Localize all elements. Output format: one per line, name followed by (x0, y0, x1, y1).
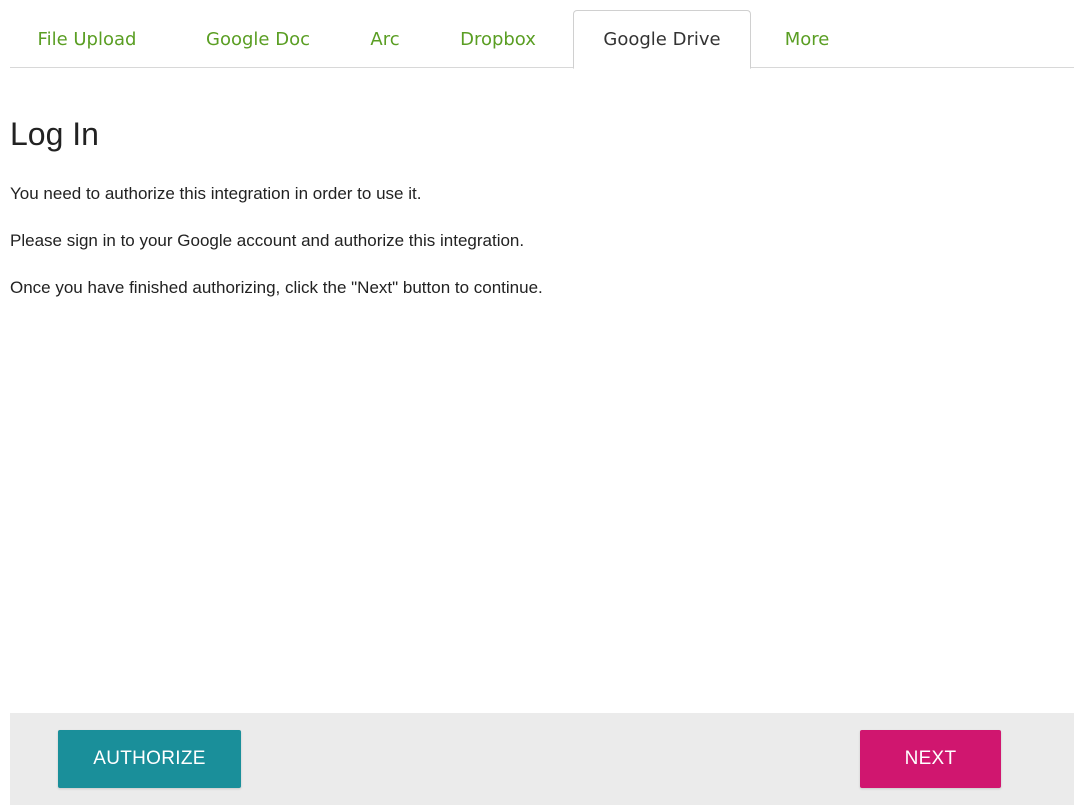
tab-file-upload[interactable]: File Upload (26, 10, 148, 68)
action-footer: AUTHORIZE NEXT (10, 713, 1074, 805)
tab-dropbox[interactable]: Dropbox (448, 10, 548, 68)
next-instruction: Once you have finished authorizing, clic… (10, 278, 543, 297)
authorize-button[interactable]: AUTHORIZE (58, 730, 241, 788)
authorization-message: You need to authorize this integration i… (10, 184, 422, 203)
next-button[interactable]: NEXT (860, 730, 1001, 788)
tab-arc[interactable]: Arc (360, 10, 410, 68)
tab-more[interactable]: More (776, 10, 838, 68)
tab-google-doc[interactable]: Google Doc (193, 10, 323, 68)
tab-google-drive[interactable]: Google Drive (573, 10, 751, 69)
tab-bar: File Upload Google Doc Arc Dropbox Googl… (10, 0, 1074, 69)
tab-content: Log In You need to authorize this integr… (10, 68, 1074, 713)
sign-in-instruction: Please sign in to your Google account an… (10, 231, 525, 250)
page-title: Log In (10, 116, 99, 152)
integration-panel: File Upload Google Doc Arc Dropbox Googl… (10, 0, 1074, 805)
